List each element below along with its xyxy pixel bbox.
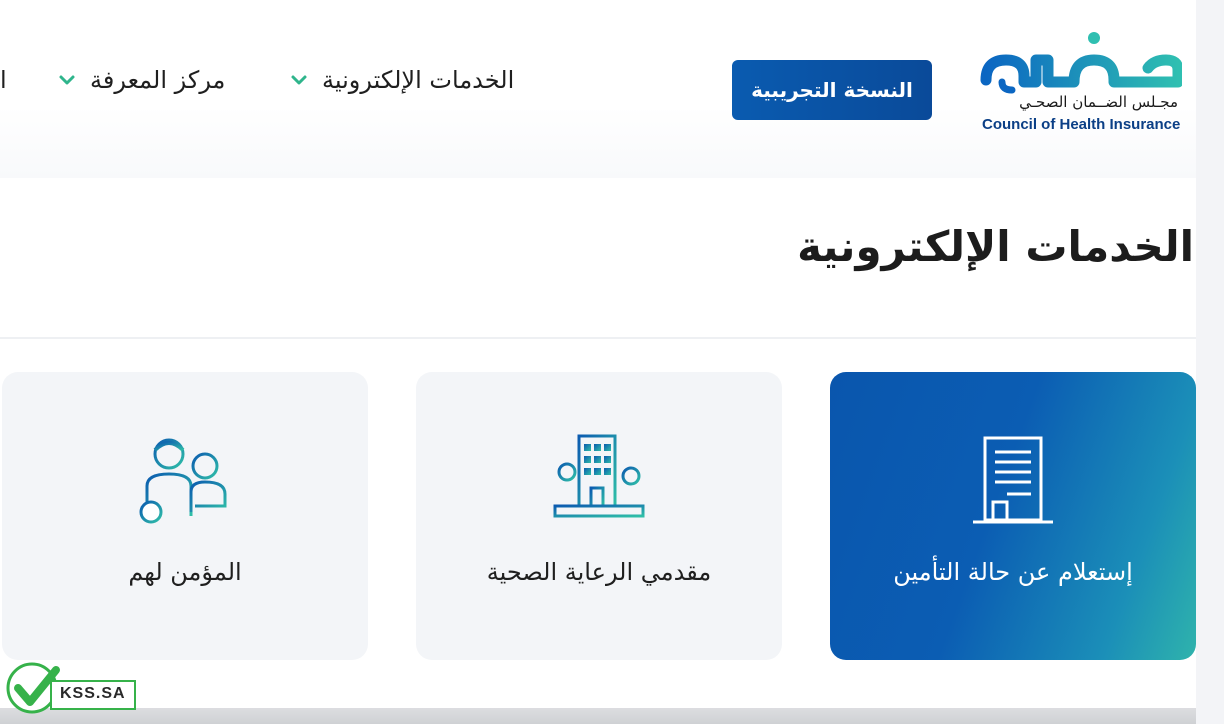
document-building-icon xyxy=(973,436,1053,524)
page-title: الخدمات الإلكترونية xyxy=(797,222,1194,271)
card-insured-people[interactable]: المؤمن لهم xyxy=(2,372,368,660)
page-scroll-gutter xyxy=(1196,0,1224,724)
site-header: مجـلس الضــمان الصحـي Council of Health … xyxy=(0,0,1196,178)
page-bottom-edge xyxy=(0,708,1196,724)
card-healthcare-providers[interactable]: مقدمي الرعاية الصحية xyxy=(416,372,782,660)
watermark: KSS.SA xyxy=(6,662,136,714)
card-label: المؤمن لهم xyxy=(128,558,242,586)
logo-name-en: Council of Health Insurance xyxy=(982,116,1181,133)
card-label: إستعلام عن حالة التأمين xyxy=(893,558,1133,586)
card-label: مقدمي الرعاية الصحية xyxy=(486,558,712,586)
insured-people-icon xyxy=(139,438,227,524)
watermark-text: KSS.SA xyxy=(60,685,126,702)
chevron-down-icon xyxy=(59,75,75,85)
beta-version-button[interactable]: النسخة التجريبية xyxy=(732,60,932,120)
card-insurance-status-inquiry[interactable]: إستعلام عن حالة التأمين xyxy=(830,372,1196,660)
chevron-down-icon xyxy=(291,75,307,85)
nav-item-e-services[interactable]: الخدمات الإلكترونية xyxy=(288,62,514,98)
hospital-building-icon xyxy=(553,434,645,526)
nav-item-knowledge-center[interactable]: مركز المعرفة xyxy=(56,62,225,98)
nav-item-label: الخدمات الإلكترونية xyxy=(322,66,515,94)
nav-item-truncated[interactable]: ا xyxy=(0,62,7,98)
nav-item-label: ا xyxy=(0,66,7,94)
logo-subtitle-ar: مجـلس الضــمان الصحـي xyxy=(1019,93,1178,111)
divider xyxy=(0,337,1196,339)
nav-item-label: مركز المعرفة xyxy=(90,66,226,94)
